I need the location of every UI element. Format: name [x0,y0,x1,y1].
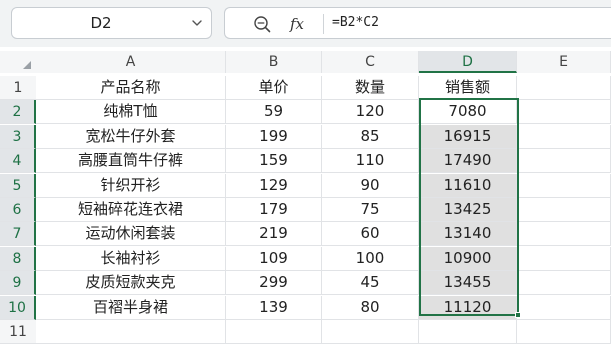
cell-d10[interactable]: 11120 [419,296,517,320]
cell-e3[interactable] [517,125,611,149]
row-header-10[interactable]: 10 [0,296,36,320]
cell-e7[interactable] [517,222,611,246]
cell-d6[interactable]: 13425 [419,198,517,222]
cell-a9[interactable]: 皮质短款夹克 [36,271,226,295]
cell-d2[interactable]: 7080 [419,100,517,124]
cell-d3[interactable]: 16915 [419,125,517,149]
row-header-8[interactable]: 8 [0,247,36,271]
formula-bar-area: D2 fx =B2*C2 [0,0,611,47]
row-header-5[interactable]: 5 [0,174,36,198]
cell-a4[interactable]: 高腰直筒牛仔裤 [36,149,226,173]
row-header-9[interactable]: 9 [0,271,36,295]
cell-a5[interactable]: 针织开衫 [36,174,226,198]
row-header-6[interactable]: 6 [0,198,36,222]
cell-c11[interactable] [322,320,419,344]
cell-c1[interactable]: 数量 [322,76,419,100]
formula-input-area: fx =B2*C2 [224,7,611,39]
cell-e1[interactable] [517,76,611,100]
cell-b1[interactable]: 单价 [226,76,322,100]
row-header-7[interactable]: 7 [0,222,36,246]
cell-a1[interactable]: 产品名称 [36,76,226,100]
cell-e8[interactable] [517,247,611,271]
chevron-down-icon[interactable] [191,17,203,29]
cell-c7[interactable]: 60 [322,222,419,246]
cell-c9[interactable]: 45 [322,271,419,295]
row-header-4[interactable]: 4 [0,149,36,173]
cell-b5[interactable]: 129 [226,174,322,198]
formula-separator [323,14,324,34]
cell-b8[interactable]: 109 [226,247,322,271]
cell-a10[interactable]: 百褶半身裙 [36,296,226,320]
cell-b3[interactable]: 199 [226,125,322,149]
column-header-a[interactable]: A [36,51,226,73]
cell-e5[interactable] [517,174,611,198]
select-all-corner[interactable] [0,51,36,73]
row-header-3[interactable]: 3 [0,125,36,149]
cell-a11[interactable] [36,320,226,344]
cell-b11[interactable] [226,320,322,344]
cell-d7[interactable]: 13140 [419,222,517,246]
column-header-d[interactable]: D [419,51,517,73]
row-header-1[interactable]: 1 [0,76,36,100]
cell-d11[interactable] [419,320,517,344]
cell-d4[interactable]: 17490 [419,149,517,173]
fill-handle[interactable] [515,312,521,318]
cell-c5[interactable]: 90 [322,174,419,198]
cell-d9[interactable]: 13455 [419,271,517,295]
cell-e4[interactable] [517,149,611,173]
cell-b6[interactable]: 179 [226,198,322,222]
cell-d1[interactable]: 销售额 [419,76,517,100]
name-box-value: D2 [90,14,112,32]
column-header-e[interactable]: E [517,51,611,73]
cell-b2[interactable]: 59 [226,100,322,124]
column-header-b[interactable]: B [226,51,322,73]
cell-e6[interactable] [517,198,611,222]
cell-b7[interactable]: 219 [226,222,322,246]
cell-c6[interactable]: 75 [322,198,419,222]
cell-c4[interactable]: 110 [322,149,419,173]
cell-c10[interactable]: 80 [322,296,419,320]
cell-a8[interactable]: 长袖衬衫 [36,247,226,271]
insert-function-icon[interactable]: fx [290,12,304,36]
cell-a3[interactable]: 宽松牛仔外套 [36,125,226,149]
row-header-11[interactable]: 11 [0,320,36,344]
row-header-2[interactable]: 2 [0,100,36,124]
cell-c2[interactable]: 120 [322,100,419,124]
formula-input[interactable]: =B2*C2 [332,8,379,38]
zoom-icon[interactable] [253,15,271,33]
cell-a2[interactable]: 纯棉T恤 [36,100,226,124]
cell-b10[interactable]: 139 [226,296,322,320]
cell-e2[interactable] [517,100,611,124]
cell-d8[interactable]: 10900 [419,247,517,271]
cell-e10[interactable] [517,296,611,320]
name-box[interactable]: D2 [11,7,212,39]
cell-a7[interactable]: 运动休闲套装 [36,222,226,246]
cell-d5[interactable]: 11610 [419,174,517,198]
cell-c3[interactable]: 85 [322,125,419,149]
cell-b9[interactable]: 299 [226,271,322,295]
column-header-c[interactable]: C [322,51,419,73]
cell-c8[interactable]: 100 [322,247,419,271]
cell-e9[interactable] [517,271,611,295]
cell-a6[interactable]: 短袖碎花连衣裙 [36,198,226,222]
spreadsheet-grid: A B C D E 1 产品名称 单价 数量 销售额 2 纯棉T恤 59 120 7080 3 宽松牛仔外套 19… [0,47,611,344]
cell-e11[interactable] [517,320,611,344]
cell-b4[interactable]: 159 [226,149,322,173]
